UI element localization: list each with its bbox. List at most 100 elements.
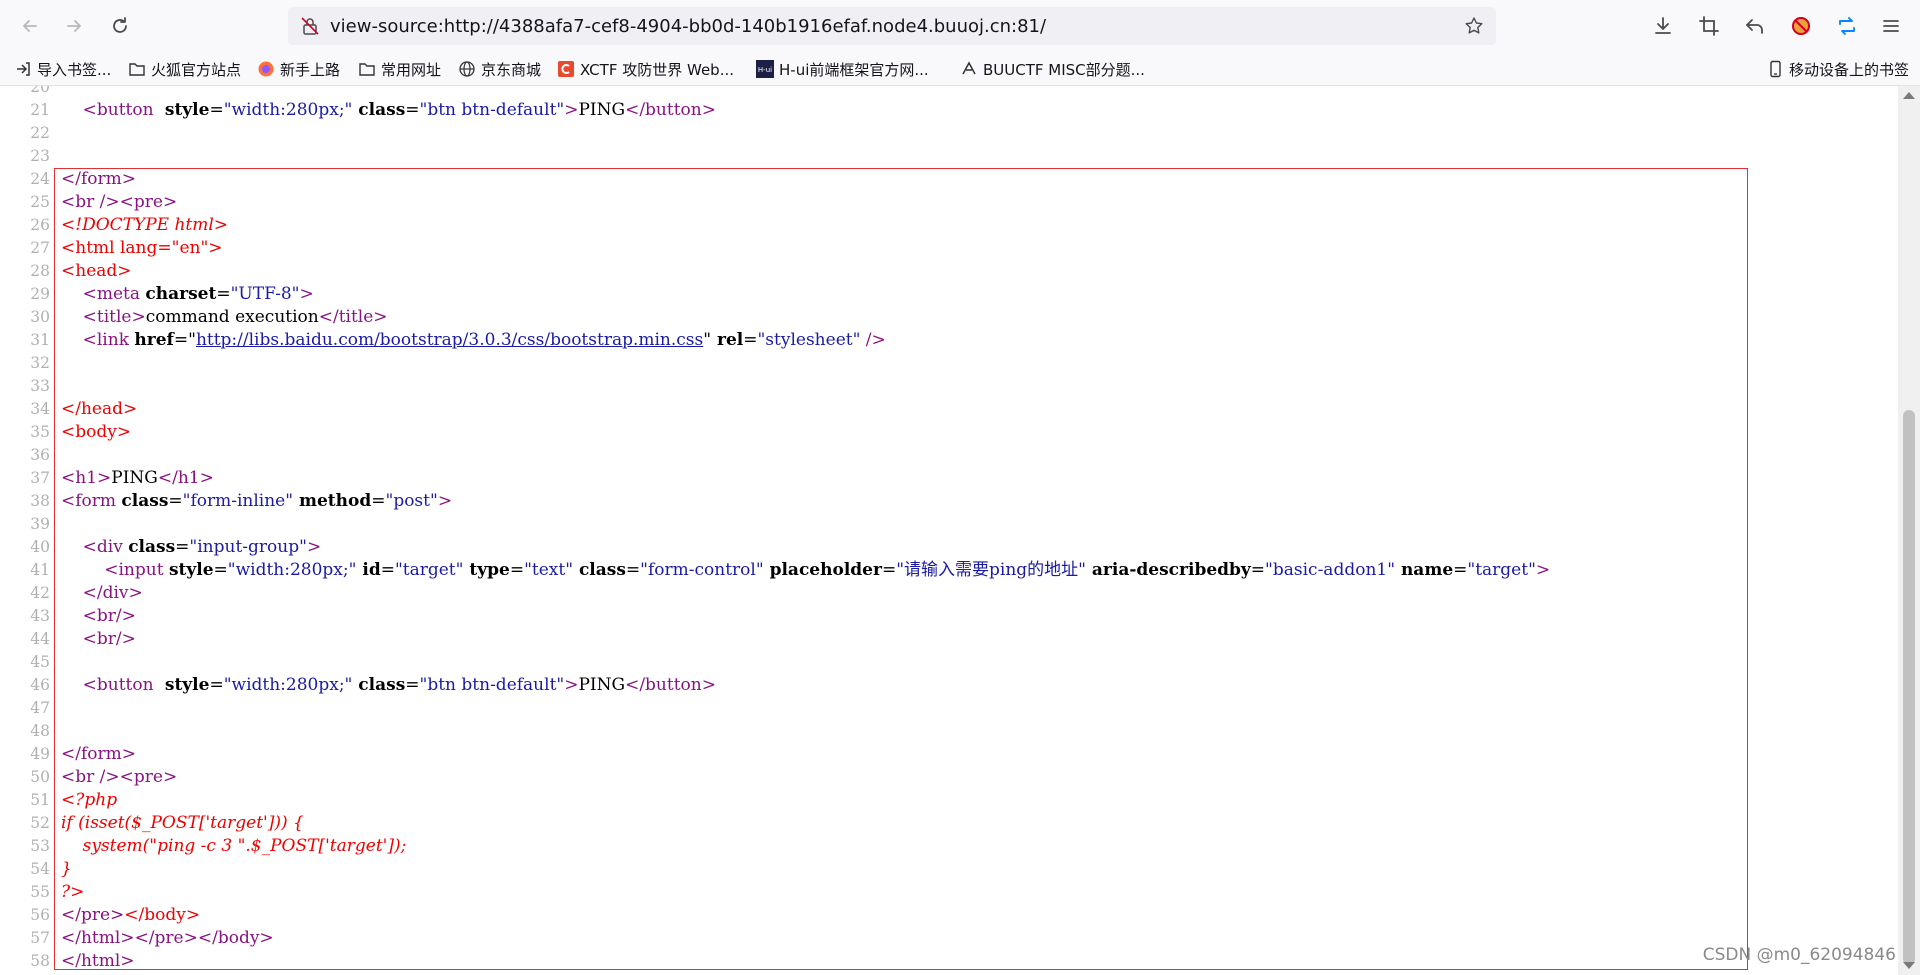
- source-line: 24 </form>: [0, 168, 1898, 191]
- bookmark-label: 移动设备上的书签: [1789, 60, 1910, 79]
- bookmark-buuctf[interactable]: BUUCTF MISC部分题...: [960, 58, 1145, 80]
- code-token: "btn btn-default": [419, 100, 565, 120]
- address-bar[interactable]: view-source:http://4388afa7-cef8-4904-bb…: [288, 7, 1496, 45]
- code-token: "stylesheet": [757, 330, 861, 350]
- line-number: 29: [30, 285, 50, 303]
- source-line: 33: [0, 375, 1898, 398]
- bookmark-label: 京东商城: [481, 60, 542, 79]
- code-token: "width:280px;": [223, 675, 353, 695]
- view-source-content[interactable]: 20 21 <button style="width:280px;" class=…: [0, 86, 1898, 975]
- source-line: 41 <input style="width:280px;" id="targe…: [0, 559, 1898, 582]
- hui-icon: H-ui: [756, 60, 774, 78]
- forward-button[interactable]: [58, 10, 90, 42]
- code-token: "input-group": [189, 537, 307, 557]
- code-token: </html>: [61, 951, 135, 971]
- vertical-scrollbar[interactable]: [1898, 86, 1920, 975]
- source-line: 50 <br /><pre>: [0, 766, 1898, 789]
- code-token: style: [158, 675, 210, 695]
- code-token: </title>: [318, 307, 388, 327]
- bookmark-common-sites[interactable]: 常用网址: [358, 58, 441, 80]
- forward-arrow-icon: [67, 20, 81, 32]
- source-line: 25 <br /><pre>: [0, 191, 1898, 214]
- line-number: 46: [30, 676, 50, 694]
- line-number: 49: [30, 745, 50, 763]
- insecure-lock-icon[interactable]: [300, 16, 320, 36]
- source-line: 54}: [0, 858, 1898, 881]
- sync-button[interactable]: [1832, 11, 1862, 41]
- source-line: 31 <link href="http://libs.baidu.com/boo…: [0, 329, 1898, 352]
- code-token: style: [168, 560, 214, 580]
- line-number: 41: [30, 561, 50, 579]
- scrollbar-thumb[interactable]: [1903, 410, 1915, 965]
- source-line: 48: [0, 720, 1898, 743]
- code-token: class: [573, 560, 626, 580]
- line-number: 57: [30, 929, 50, 947]
- source-line: 52 if (isset($_POST['target'])) {: [0, 812, 1898, 835]
- source-line: 51 <?php: [0, 789, 1898, 812]
- screenshot-button[interactable]: [1694, 11, 1724, 41]
- source-line: 47: [0, 697, 1898, 720]
- code-token: <br />: [61, 192, 120, 212]
- bookmark-hui[interactable]: H-ui H-ui前端框架官方网...: [756, 58, 929, 80]
- line-code: </form>: [61, 743, 136, 766]
- code-token: =: [216, 284, 231, 304]
- bookmark-mobile[interactable]: 移动设备上的书签: [1766, 58, 1909, 80]
- source-line: 27 <html lang="en">: [0, 237, 1898, 260]
- line-code: <link href="http://libs.baidu.com/bootst…: [61, 329, 886, 352]
- line-code: <button style="width:280px;" class="btn …: [61, 99, 716, 122]
- code-token: if (isset($_POST['target'])) {: [61, 813, 304, 833]
- globe-icon: [458, 60, 476, 78]
- source-line: 42 </div>: [0, 582, 1898, 605]
- code-token: <pre>: [119, 767, 178, 787]
- source-line: 58 </html>: [0, 950, 1898, 973]
- bookmark-star-icon[interactable]: [1464, 16, 1484, 36]
- downloads-button[interactable]: [1648, 11, 1678, 41]
- code-token: =: [743, 330, 758, 350]
- line-code: }: [61, 858, 72, 881]
- source-line: 22: [0, 122, 1898, 145]
- code-token: =: [405, 675, 420, 695]
- code-token: class: [121, 491, 169, 511]
- line-number: 23: [30, 147, 50, 165]
- bookmark-label: XCTF 攻防世界 Web...: [580, 60, 734, 79]
- source-line: 56 </pre></body>: [0, 904, 1898, 927]
- code-token: href: [134, 330, 174, 350]
- code-token: }: [61, 859, 72, 879]
- code-token: method: [293, 491, 372, 511]
- line-number: 44: [30, 630, 50, 648]
- source-line: 32: [0, 352, 1898, 375]
- bookmark-xctf[interactable]: XCTF 攻防世界 Web...: [557, 58, 734, 80]
- extension-button[interactable]: [1786, 11, 1816, 41]
- menu-button[interactable]: [1876, 11, 1906, 41]
- line-number: 40: [30, 538, 50, 556]
- sync-icon: [1839, 17, 1855, 35]
- bookmark-jd[interactable]: 京东商城: [458, 58, 541, 80]
- url-text[interactable]: view-source:http://4388afa7-cef8-4904-bb…: [330, 16, 1046, 37]
- bookmark-firefox-official[interactable]: 火狐官方站点: [128, 58, 241, 80]
- scroll-up-arrow-icon[interactable]: [1903, 92, 1915, 99]
- line-number: 38: [30, 492, 50, 510]
- code-token: "width:280px;": [223, 100, 353, 120]
- undo-icon: [1746, 19, 1763, 34]
- code-token: >: [306, 537, 322, 557]
- code-token: ": [703, 330, 712, 350]
- code-token: <!DOCTYPE html>: [61, 215, 229, 235]
- code-token: "请输入需要ping的地址": [896, 560, 1086, 580]
- folder-icon: [128, 60, 146, 78]
- reload-button[interactable]: [104, 10, 136, 42]
- line-number: 52: [30, 814, 50, 832]
- code-token: system("ping -c 3 ".$_POST['target']);: [61, 836, 407, 856]
- bookmark-getting-started[interactable]: 新手上路: [257, 58, 340, 80]
- line-number: 27: [30, 239, 50, 257]
- watermark: CSDN @m0_62094846: [1702, 945, 1896, 965]
- scroll-down-arrow-icon[interactable]: [1903, 962, 1915, 969]
- bookmark-import[interactable]: 导入书签...: [14, 58, 111, 80]
- source-line: 34 </head>: [0, 398, 1898, 421]
- back-button[interactable]: [14, 10, 46, 42]
- source-line: 30 <title>command execution</title>: [0, 306, 1898, 329]
- source-link[interactable]: http://libs.baidu.com/bootstrap/3.0.3/cs…: [196, 330, 703, 350]
- code-token: =: [168, 491, 183, 511]
- undo-button[interactable]: [1740, 11, 1770, 41]
